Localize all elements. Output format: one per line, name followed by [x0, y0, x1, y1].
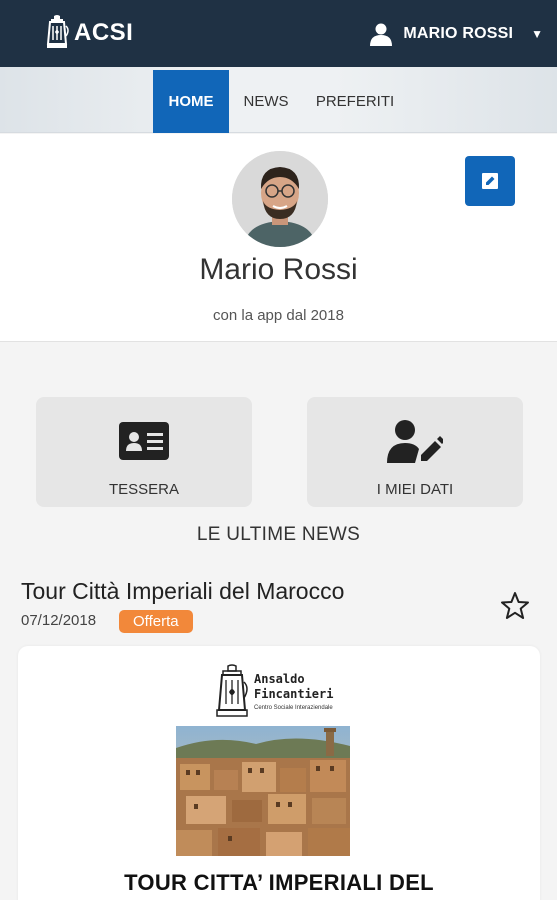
my-data-label: I MIEI DATI: [376, 481, 454, 498]
news-image: [176, 726, 350, 856]
user-name: MARIO ROSSI: [403, 25, 514, 42]
pencil-icon: [482, 173, 498, 189]
my-data-button[interactable]: I MIEI DATI: [307, 397, 523, 507]
news-date: 07/12/2018: [21, 612, 97, 629]
nav-tabs: HOME NEWS PREFERITI: [0, 67, 557, 133]
user-menu[interactable]: MARIO ROSSI ▼: [369, 18, 543, 50]
news-card-headline: TOUR CITTA’ IMPERIALI DEL: [124, 870, 434, 895]
latest-news-heading: LE ULTIME NEWS: [196, 524, 361, 545]
brand-lantern-logo-icon: [216, 664, 248, 717]
profile-card: Mario Rossi con la app dal 2018: [0, 134, 557, 342]
app-header: ACSI MARIO ROSSI ▼: [0, 0, 557, 67]
user-edit-icon: [387, 420, 443, 463]
id-card-icon: [119, 422, 169, 460]
tessera-button[interactable]: TESSERA: [36, 397, 252, 507]
member-since: con la app dal 2018: [213, 307, 344, 324]
favorite-button[interactable]: [499, 590, 533, 624]
brand-name: Ansaldo Fincantieri: [254, 672, 334, 701]
tab-home[interactable]: HOME: [153, 70, 229, 133]
app-name: ACSI: [74, 19, 134, 46]
brand-block: Ansaldo Fincantieri Centro Sociale Inter…: [214, 664, 364, 724]
tessera-label: TESSERA: [108, 481, 180, 498]
avatar: [232, 151, 328, 247]
news-title[interactable]: Tour Città Imperiali del Marocco: [21, 578, 344, 605]
user-icon: [370, 23, 393, 46]
brand-subtitle: Centro Sociale Interaziendale: [254, 705, 333, 711]
chevron-down-icon[interactable]: ▼: [531, 27, 543, 41]
offer-badge: Offerta: [119, 610, 193, 633]
app-logo[interactable]: ACSI: [44, 10, 133, 56]
profile-name: Mario Rossi: [199, 253, 358, 286]
news-card[interactable]: Ansaldo Fincantieri Centro Sociale Inter…: [18, 646, 540, 900]
star-icon: [501, 592, 529, 619]
tab-preferiti[interactable]: PREFERITI: [308, 70, 402, 133]
lantern-logo-icon: [46, 15, 69, 48]
edit-profile-button[interactable]: [465, 156, 515, 206]
tab-news[interactable]: NEWS: [234, 70, 298, 133]
